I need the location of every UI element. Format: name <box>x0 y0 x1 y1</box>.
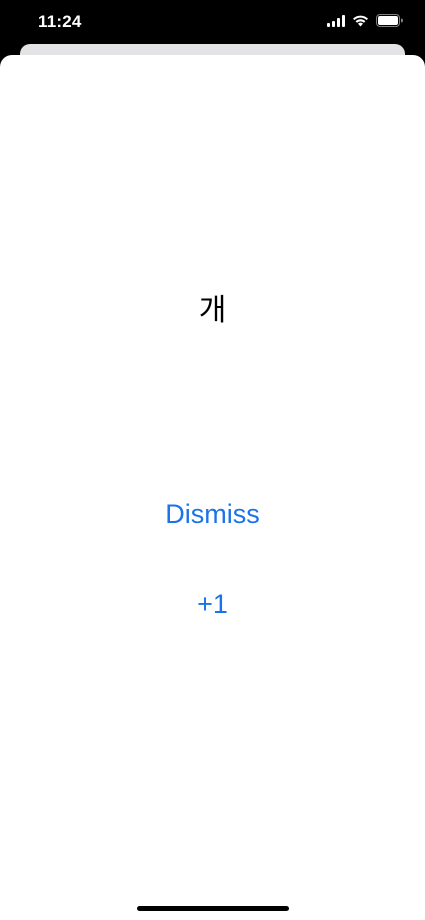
status-time: 11:24 <box>38 12 82 31</box>
modal-sheet: 개 Dismiss +1 <box>0 55 425 920</box>
status-icons <box>327 14 403 27</box>
screen: 11:24 개 Dismiss +1 <box>0 0 425 920</box>
wifi-icon <box>352 14 369 27</box>
cellular-signal-icon <box>327 14 345 27</box>
plus-one-button[interactable]: +1 <box>0 589 425 620</box>
home-indicator[interactable] <box>137 906 289 911</box>
status-bar: 11:24 <box>0 0 425 44</box>
battery-icon <box>376 14 403 27</box>
dismiss-button[interactable]: Dismiss <box>0 499 425 530</box>
word-label: 개 <box>198 293 227 328</box>
